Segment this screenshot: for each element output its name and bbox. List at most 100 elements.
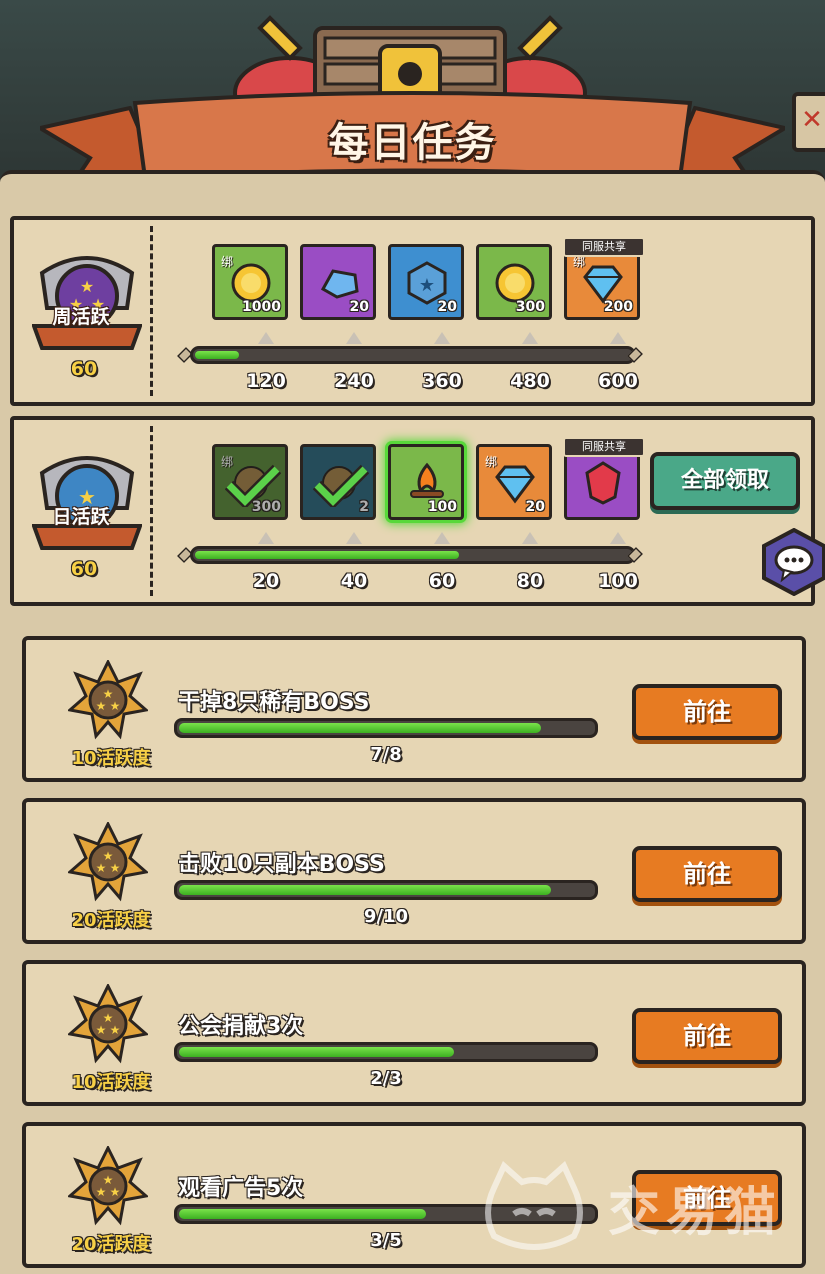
- weekly-tick-label: 120: [246, 370, 286, 392]
- reward-amount: 20: [525, 499, 545, 515]
- daily-reward-1[interactable]: 绑 300: [212, 444, 288, 520]
- weekly-activity-section: ★ ★ ★ 周活跃 60 绑 1000 20 ★ 20 300 绑 200 同服共享 1…: [10, 216, 815, 406]
- daily-tick-label: 40: [340, 570, 368, 592]
- reward-amount: 300: [515, 299, 545, 315]
- svg-text:★: ★: [419, 275, 435, 296]
- bind-tag: 绑: [485, 455, 498, 469]
- go-button[interactable]: 前往: [632, 846, 782, 902]
- task-name: 干掉8只稀有BOSS: [178, 690, 370, 715]
- task-count: 3/5: [370, 1230, 402, 1251]
- close-button[interactable]: ✕: [792, 92, 825, 152]
- daily-tick-label: 100: [598, 570, 638, 592]
- shared-tag: 同服共享: [563, 437, 645, 457]
- svg-text:★: ★: [96, 699, 107, 713]
- daily-tick-label: 20: [252, 570, 280, 592]
- weekly-reward-1[interactable]: 绑 1000: [212, 244, 288, 320]
- svg-text:★: ★: [110, 861, 121, 875]
- daily-tick: [346, 532, 362, 544]
- check-icon: [225, 464, 281, 507]
- divider: [150, 226, 153, 396]
- weekly-reward-2[interactable]: 20: [300, 244, 376, 320]
- task-card: ★ ★ ★ 20活跃度 击败10只副本BOSS 9/10 前往: [22, 798, 806, 944]
- daily-tick: [610, 532, 626, 544]
- daily-activity-section: ★ 日活跃 60 绑 300 2 100 绑 20 同服共享 20 40 60 80…: [10, 416, 815, 606]
- star-emblem-icon: ★ ★ ★: [68, 1146, 148, 1226]
- bind-tag: 绑: [221, 255, 234, 269]
- task-points: 20活跃度: [71, 1234, 151, 1255]
- task-count: 2/3: [370, 1068, 402, 1089]
- svg-text:★: ★: [96, 1185, 107, 1199]
- task-name: 公会捐献3次: [178, 1014, 304, 1039]
- daily-reward-2[interactable]: 2: [300, 444, 376, 520]
- red-gem-icon: [581, 461, 625, 505]
- svg-text:★: ★: [110, 699, 121, 713]
- daily-reward-3[interactable]: 100: [388, 444, 464, 520]
- reward-amount: 200: [603, 299, 633, 315]
- weekly-progress-bar: [190, 346, 636, 364]
- daily-badge-label: 日活跃: [52, 506, 110, 528]
- weekly-tick-label: 600: [598, 370, 638, 392]
- weekly-tick: [258, 332, 274, 344]
- go-button[interactable]: 前往: [632, 684, 782, 740]
- page-title: 每日任务: [328, 120, 497, 166]
- daily-tick: [258, 532, 274, 544]
- star-emblem-icon: ★ ★ ★: [68, 660, 148, 740]
- daily-reward-5[interactable]: 同服共享: [563, 437, 645, 520]
- shared-tag: 同服共享: [563, 237, 645, 257]
- weekly-tick-label: 240: [334, 370, 374, 392]
- check-icon: [313, 464, 369, 507]
- task-progress-bar: [174, 880, 598, 900]
- task-name: 击败10只副本BOSS: [178, 852, 385, 877]
- weekly-tick: [610, 332, 626, 344]
- reward-amount: 100: [427, 499, 457, 515]
- task-progress-fill: [179, 885, 552, 895]
- daily-tick: [434, 532, 450, 544]
- svg-text:★: ★: [96, 861, 107, 875]
- task-card: ★ ★ ★ 10活跃度 干掉8只稀有BOSS 7/8 前往: [22, 636, 806, 782]
- svg-text:★: ★: [80, 277, 94, 296]
- watermark-text: 交易猫: [608, 1183, 783, 1243]
- divider: [150, 426, 153, 596]
- daily-badge-value: 60: [70, 558, 98, 580]
- task-progress-bar: [174, 718, 598, 738]
- task-progress-fill: [179, 723, 541, 733]
- task-name: 观看广告5次: [178, 1176, 304, 1201]
- star-emblem-icon: ★ ★ ★: [68, 822, 148, 902]
- task-points: 20活跃度: [71, 910, 151, 931]
- claim-all-button[interactable]: 全部领取: [650, 452, 800, 510]
- daily-tick-label: 80: [516, 570, 544, 592]
- weekly-tick-label: 480: [510, 370, 550, 392]
- weekly-progress-fill: [195, 351, 239, 359]
- weekly-tick: [346, 332, 362, 344]
- weekly-tick: [434, 332, 450, 344]
- star-emblem-icon: ★ ★ ★: [68, 984, 148, 1064]
- reward-amount: 20: [349, 299, 369, 315]
- svg-text:★: ★: [110, 1185, 121, 1199]
- task-points: 10活跃度: [71, 1072, 151, 1093]
- weekly-tick: [522, 332, 538, 344]
- task-card: ★ ★ ★ 10活跃度 公会捐献3次 2/3 前往: [22, 960, 806, 1106]
- reward-amount: 1000: [242, 299, 281, 315]
- chat-bubble-icon[interactable]: [760, 528, 825, 596]
- go-button[interactable]: 前往: [632, 1008, 782, 1064]
- task-points: 10活跃度: [71, 748, 151, 769]
- weekly-tick-label: 360: [422, 370, 462, 392]
- weekly-reward-5[interactable]: 绑 200 同服共享: [563, 237, 645, 320]
- svg-text:★: ★: [110, 1023, 121, 1037]
- weekly-reward-4[interactable]: 300: [476, 244, 552, 320]
- daily-tick-label: 60: [428, 570, 456, 592]
- task-progress-fill: [179, 1209, 426, 1219]
- daily-progress-fill: [195, 551, 459, 559]
- svg-text:★: ★: [96, 1023, 107, 1037]
- task-progress-fill: [179, 1047, 454, 1057]
- daily-tick: [522, 532, 538, 544]
- task-progress-bar: [174, 1042, 598, 1062]
- task-count: 9/10: [363, 906, 409, 927]
- daily-reward-4[interactable]: 绑 20: [476, 444, 552, 520]
- daily-progress-bar: [190, 546, 636, 564]
- weekly-reward-3[interactable]: ★ 20: [388, 244, 464, 320]
- reward-amount: 20: [437, 299, 457, 315]
- task-count: 7/8: [370, 744, 402, 765]
- weekly-badge-label: 周活跃: [52, 306, 110, 328]
- weekly-badge-value: 60: [70, 358, 98, 380]
